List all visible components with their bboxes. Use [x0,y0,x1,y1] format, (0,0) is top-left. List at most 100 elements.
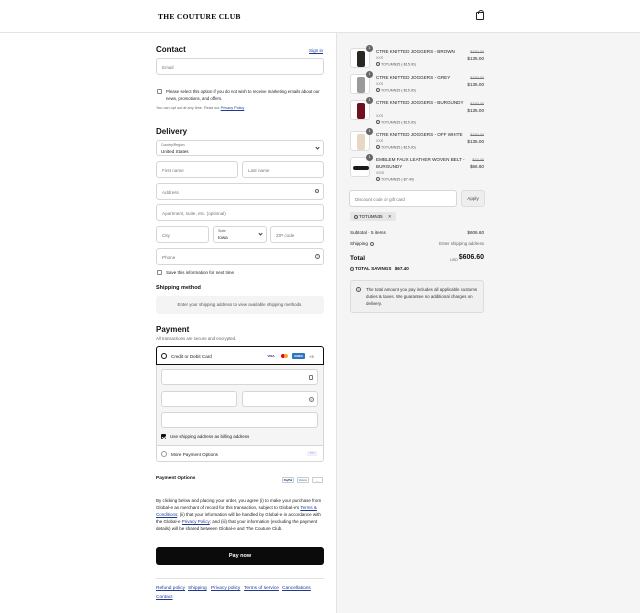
footer-privacy-policy[interactable]: Privacy policy [211,586,240,591]
shipping-value: Enter shipping address [439,241,484,246]
city-field[interactable]: City [156,226,209,243]
chevron-down-icon [315,145,320,150]
footer-shipping[interactable]: Shipping [188,586,207,591]
more-wallets-icon[interactable]: ... [312,477,323,483]
savings-label: TOTAL SAVINGS [355,266,392,271]
more-options-label: More Payment Options [171,451,218,457]
security-code-field[interactable]: ? [242,391,318,407]
tag-icon [376,62,380,66]
shipping-method-message: Enter your shipping address to view avai… [156,296,324,314]
pay-now-button[interactable]: Pay now [156,547,324,565]
savings-value: $67.40 [394,266,409,271]
product-image [357,134,365,150]
quantity-badge: 1 [366,97,373,104]
item-discount-text: TOTUMN35 (-$15.00) [381,120,416,125]
sign-in-link[interactable]: Sign in [309,48,323,53]
shopping-bag-icon[interactable] [476,10,484,20]
quantity-badge: 1 [366,154,373,161]
item-original-price: $74.00 [472,158,484,162]
item-size: XXS [376,139,384,143]
footer-terms-of-service[interactable]: Terms of service [244,586,279,591]
product-image [353,166,369,170]
billing-same-label: Use shipping address as billing address [170,434,250,439]
state-select[interactable]: State Iowa [213,226,267,243]
site-header: THE COUTURE CLUB [0,0,640,33]
help-icon[interactable]: ? [309,397,314,402]
unsubscribe-note: You can opt out at any time. Read our Pr… [156,106,324,110]
item-discount: TOTUMN35 (-$15.00) [376,145,416,149]
more-options-radio[interactable] [161,451,167,457]
tag-icon [376,88,380,92]
shipping-label: Shipping [350,241,375,246]
item-size: XS/S [376,171,385,175]
phone-field[interactable]: Phone ? [156,248,324,265]
paypal-icon[interactable]: PayPal [282,477,294,483]
discount-placeholder: Discount code or gift card [355,196,405,202]
legal-part-1: By clicking below and placing your order… [156,498,322,511]
item-discount: TOTUMN35 (-$7.40) [376,177,414,181]
shipping-method-title: Shipping method [156,285,201,291]
item-size: XXS [376,114,384,118]
item-price: $135.00 [467,108,484,113]
footer-refund-policy[interactable]: Refund policy [156,586,185,591]
subtotal-value: $606.60 [467,230,484,235]
remove-discount-icon[interactable]: ✕ [388,214,392,219]
more-cards-count: +3 [309,353,314,359]
more-payment-options-row[interactable]: More Payment Options ··· [157,445,323,461]
first-name-field[interactable]: First name [156,161,238,178]
item-price: $135.00 [467,82,484,87]
item-discount-text: TOTUMN35 (-$15.00) [381,88,416,93]
state-label: State [218,229,226,233]
country-select[interactable]: Country/Region United States [156,140,324,156]
discount-code-field[interactable]: Discount code or gift card [349,190,457,207]
footer-contact[interactable]: Contact [156,595,173,600]
quantity-badge: 1 [366,45,373,52]
apartment-field[interactable]: Apartment, suite, etc. (optional) [156,204,324,221]
item-size: XXS [376,56,384,60]
card-number-field[interactable] [161,369,318,385]
email-field[interactable]: Email [156,58,324,75]
zip-field[interactable]: ZIP code [270,226,324,243]
item-original-price: $150.00 [470,133,484,137]
tag-icon [350,266,354,271]
country-label: Country/Region [161,143,185,147]
item-discount-text: TOTUMN35 (-$15.00) [381,62,416,67]
store-logo[interactable]: THE COUTURE CLUB [158,12,241,21]
phone-placeholder: Phone [162,254,176,260]
last-name-field[interactable]: Last name [242,161,324,178]
privacy-policy-link[interactable]: Privacy Policy [221,106,245,110]
expiry-field[interactable] [161,391,237,407]
tag-icon [376,120,380,124]
applied-discount-chip: TOTUMN35 ✕ [350,212,396,221]
product-image [357,103,365,119]
footer-cancellations[interactable]: Cancellations [282,586,311,591]
address-field[interactable]: Address [156,183,324,200]
item-original-price: $150.00 [470,102,484,106]
item-discount: TOTUMN35 (-$15.00) [376,88,416,92]
help-icon[interactable]: ? [315,254,320,259]
apartment-placeholder: Apartment, suite, etc. (optional) [162,210,226,216]
footer-divider [156,578,324,579]
info-icon[interactable] [370,241,375,246]
global-e-privacy-link[interactable]: Privacy Policy [182,519,210,524]
amex-icon: AMEX [292,353,305,359]
legal-text: By clicking below and placing your order… [156,497,324,532]
total-value: $606.60 [458,254,484,261]
total-label: Total [350,255,366,262]
item-discount-text: TOTUMN35 (-$15.00) [381,145,416,150]
save-info-checkbox[interactable] [157,270,162,275]
billing-same-checkbox[interactable] [161,434,166,439]
card-option-row[interactable]: Credit or Debit Card VISA AMEX +3 [156,346,324,365]
item-discount: TOTUMN35 (-$15.00) [376,62,416,66]
email-placeholder: Email [162,64,174,70]
card-radio[interactable] [161,353,167,359]
item-price: $135.00 [467,139,484,144]
item-name: CTRE KNITTED JOGGERS - OFF WHITE [376,132,463,137]
name-on-card-field[interactable] [161,412,318,428]
item-price: $135.00 [467,56,484,61]
marketing-opt-out-checkbox[interactable] [157,89,162,94]
save-info-label: Save this information for next time [166,270,235,275]
venmo-icon[interactable]: Venmo [297,477,309,483]
duties-notice-box: i The total amount you pay includes all … [350,280,484,313]
apply-button[interactable]: Apply [461,190,485,207]
